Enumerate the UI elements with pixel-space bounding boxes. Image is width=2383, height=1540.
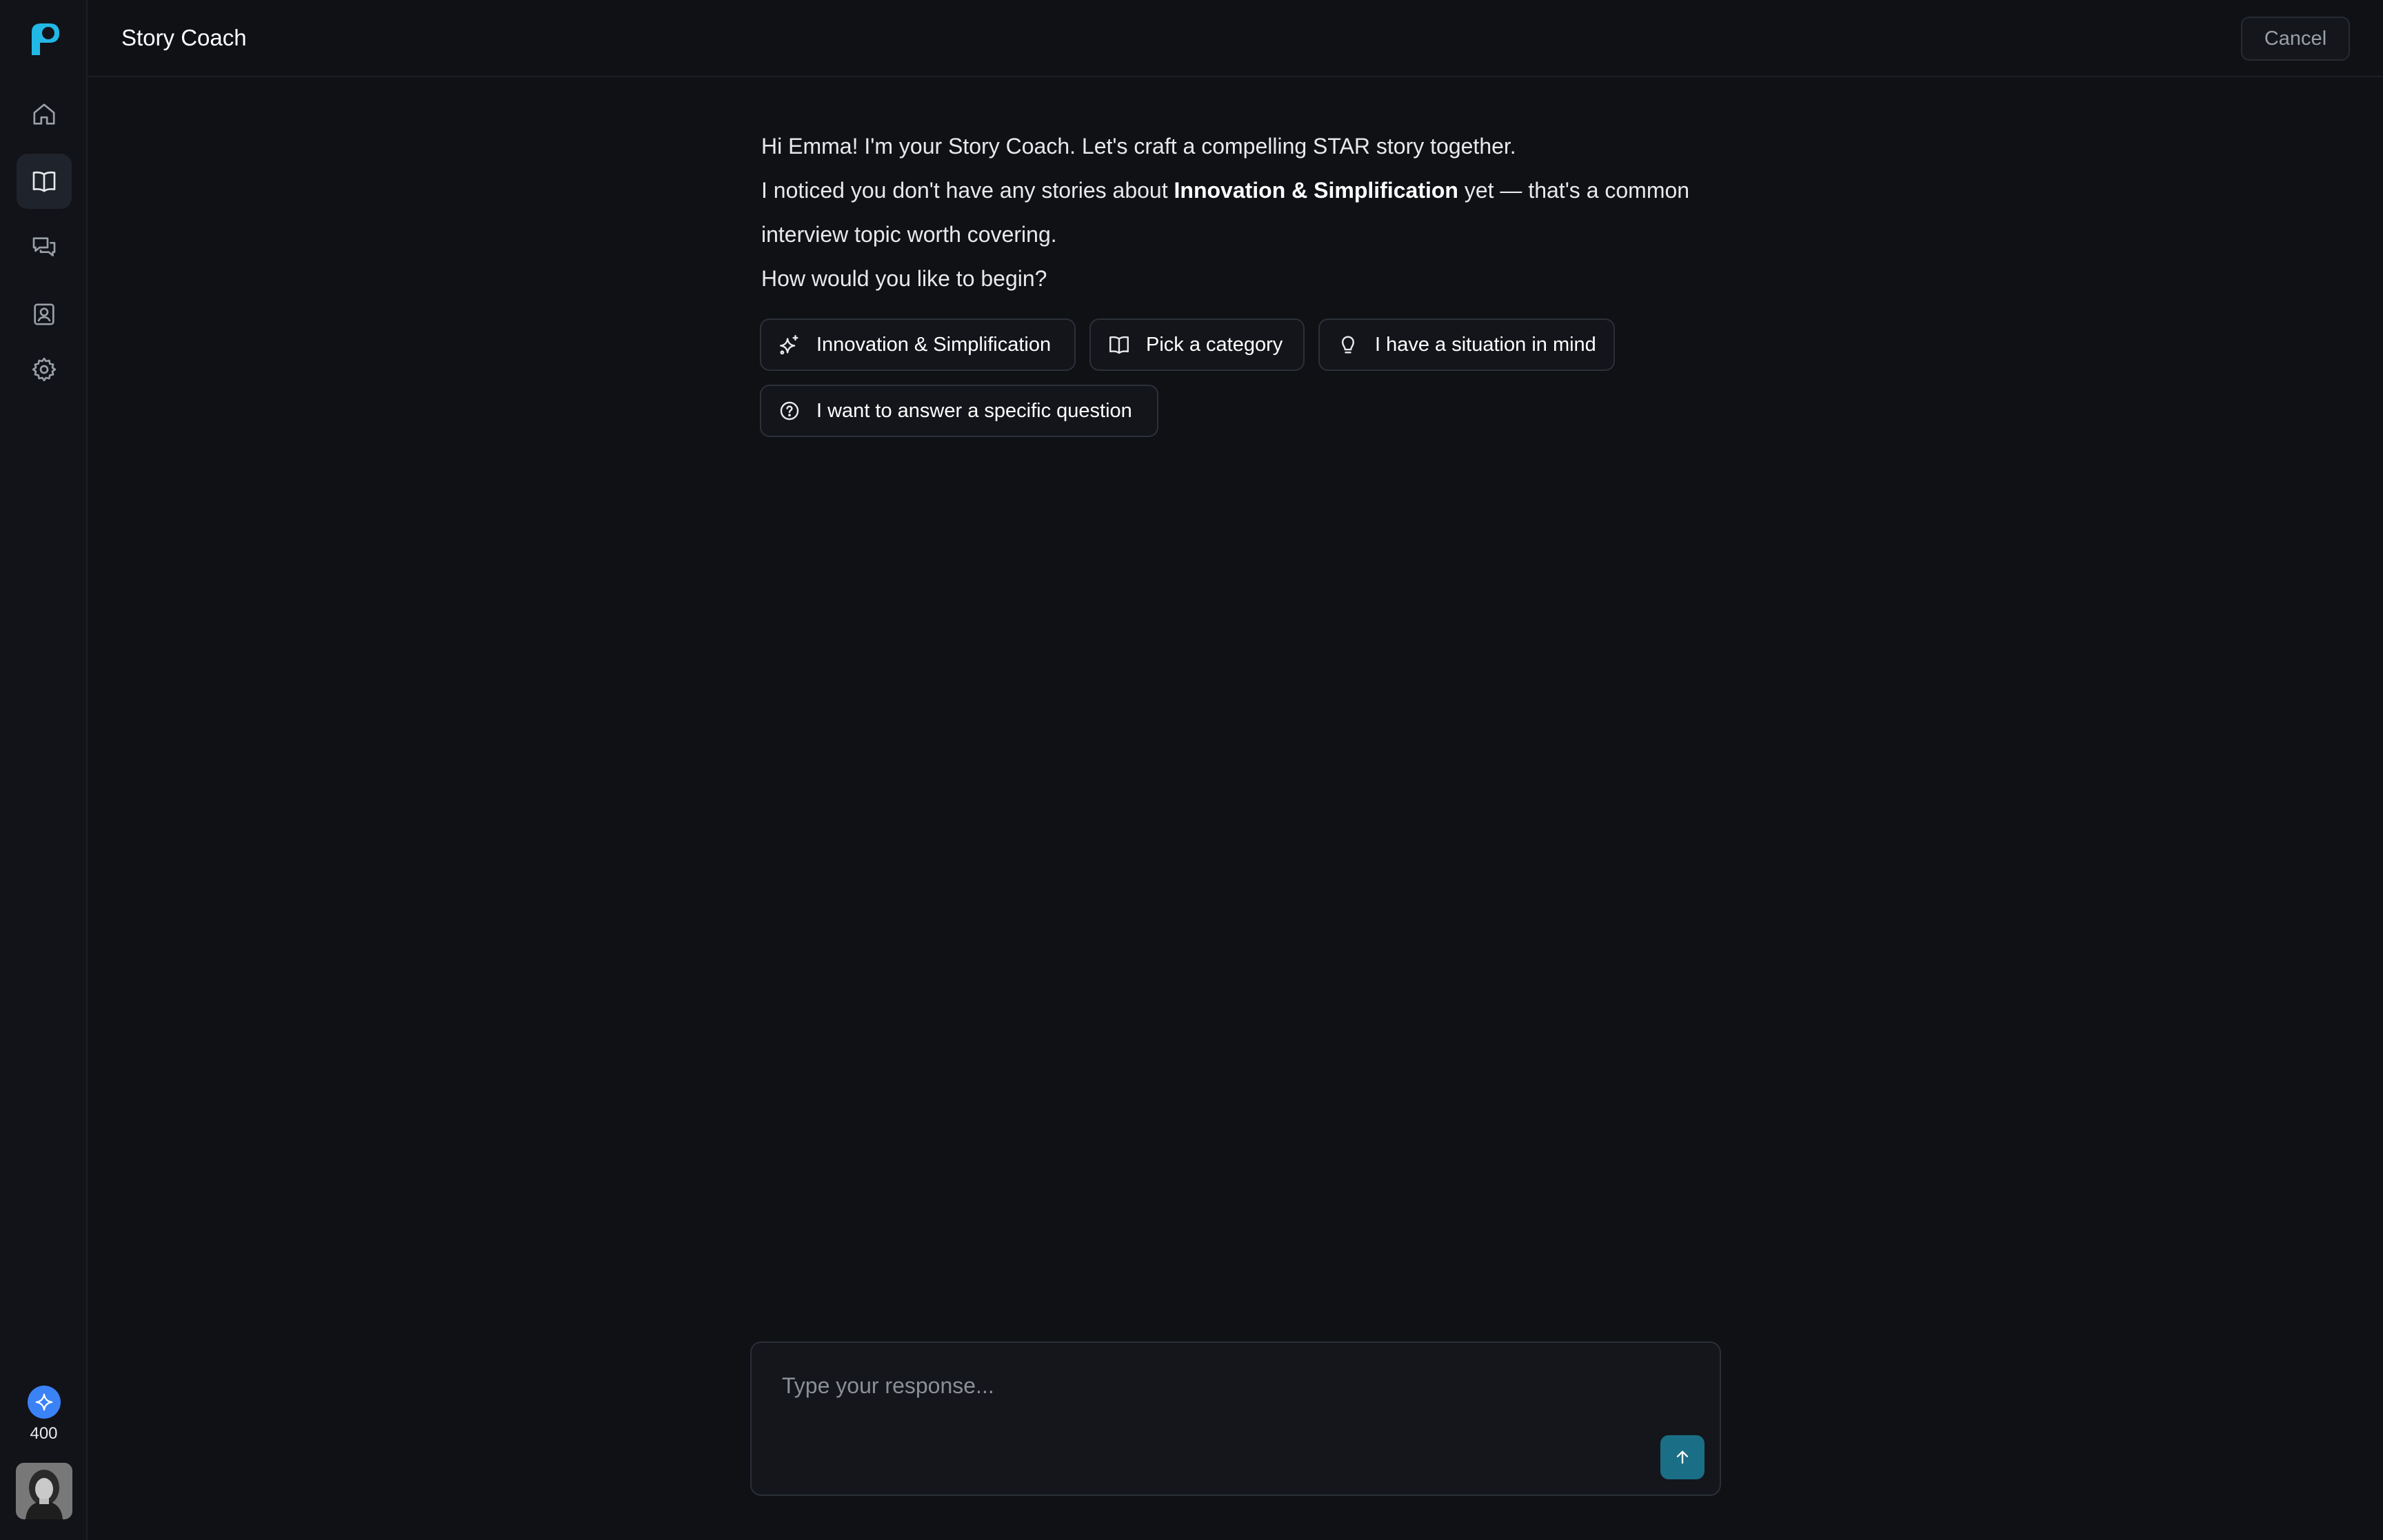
option-pick-category[interactable]: Pick a category <box>1089 318 1305 371</box>
sidebar-item-settings[interactable] <box>17 342 72 397</box>
response-composer <box>750 1341 1721 1496</box>
sidebar-item-stories[interactable] <box>17 154 72 209</box>
app-logo-icon[interactable] <box>26 21 62 57</box>
option-situation-in-mind[interactable]: I have a situation in mind <box>1318 318 1615 371</box>
message-notice: I noticed you don't have any stories abo… <box>761 168 1727 212</box>
message-notice-cont: interview topic worth covering. <box>761 222 1057 247</box>
top-bar: Story Coach Cancel <box>88 0 2383 77</box>
message-notice-pre: I noticed you don't have any stories abo… <box>761 178 1174 203</box>
sidebar-item-profile[interactable] <box>17 287 72 342</box>
message-notice-post: yet — that's a common <box>1458 178 1690 203</box>
option-innovation-simplification[interactable]: Innovation & Simplification <box>760 318 1076 371</box>
user-card-icon <box>34 303 54 325</box>
sidebar-item-conversations[interactable] <box>17 220 72 275</box>
sidebar-item-home[interactable] <box>17 87 72 142</box>
response-input[interactable] <box>782 1373 1678 1442</box>
sidebar: 400 <box>0 0 88 1540</box>
help-circle-icon <box>780 401 799 421</box>
option-label: I have a situation in mind <box>1375 333 1596 356</box>
gear-icon <box>32 357 57 382</box>
coach-message: Hi Emma! I'm your Story Coach. Let's cra… <box>761 124 1727 301</box>
option-label: Pick a category <box>1146 333 1283 356</box>
sparkles-icon <box>780 335 798 355</box>
message-greeting: Hi Emma! I'm your Story Coach. Let's cra… <box>761 134 1516 159</box>
credits-indicator[interactable]: 400 <box>0 1386 88 1443</box>
send-button[interactable] <box>1660 1435 1705 1479</box>
sparkle-credit-icon <box>27 1386 61 1419</box>
home-icon <box>33 103 55 125</box>
book-open-icon <box>32 171 56 192</box>
arrow-up-icon <box>1676 1450 1689 1464</box>
option-label: I want to answer a specific question <box>816 399 1132 422</box>
cancel-button[interactable]: Cancel <box>2241 17 2350 61</box>
option-label: Innovation & Simplification <box>816 333 1052 356</box>
message-question: How would you like to begin? <box>761 266 1047 291</box>
lightbulb-icon <box>1342 336 1354 354</box>
credits-count: 400 <box>30 1424 58 1443</box>
avatar[interactable] <box>16 1463 72 1519</box>
option-specific-question[interactable]: I want to answer a specific question <box>760 385 1158 437</box>
message-topic-highlight: Innovation & Simplification <box>1174 178 1458 203</box>
chat-bubbles-icon <box>32 237 56 256</box>
page-title: Story Coach <box>121 25 247 50</box>
book-open-icon <box>1109 336 1129 354</box>
app-root: 400 Story Coach Cancel Hi Emma! I'm your… <box>0 0 2383 1540</box>
